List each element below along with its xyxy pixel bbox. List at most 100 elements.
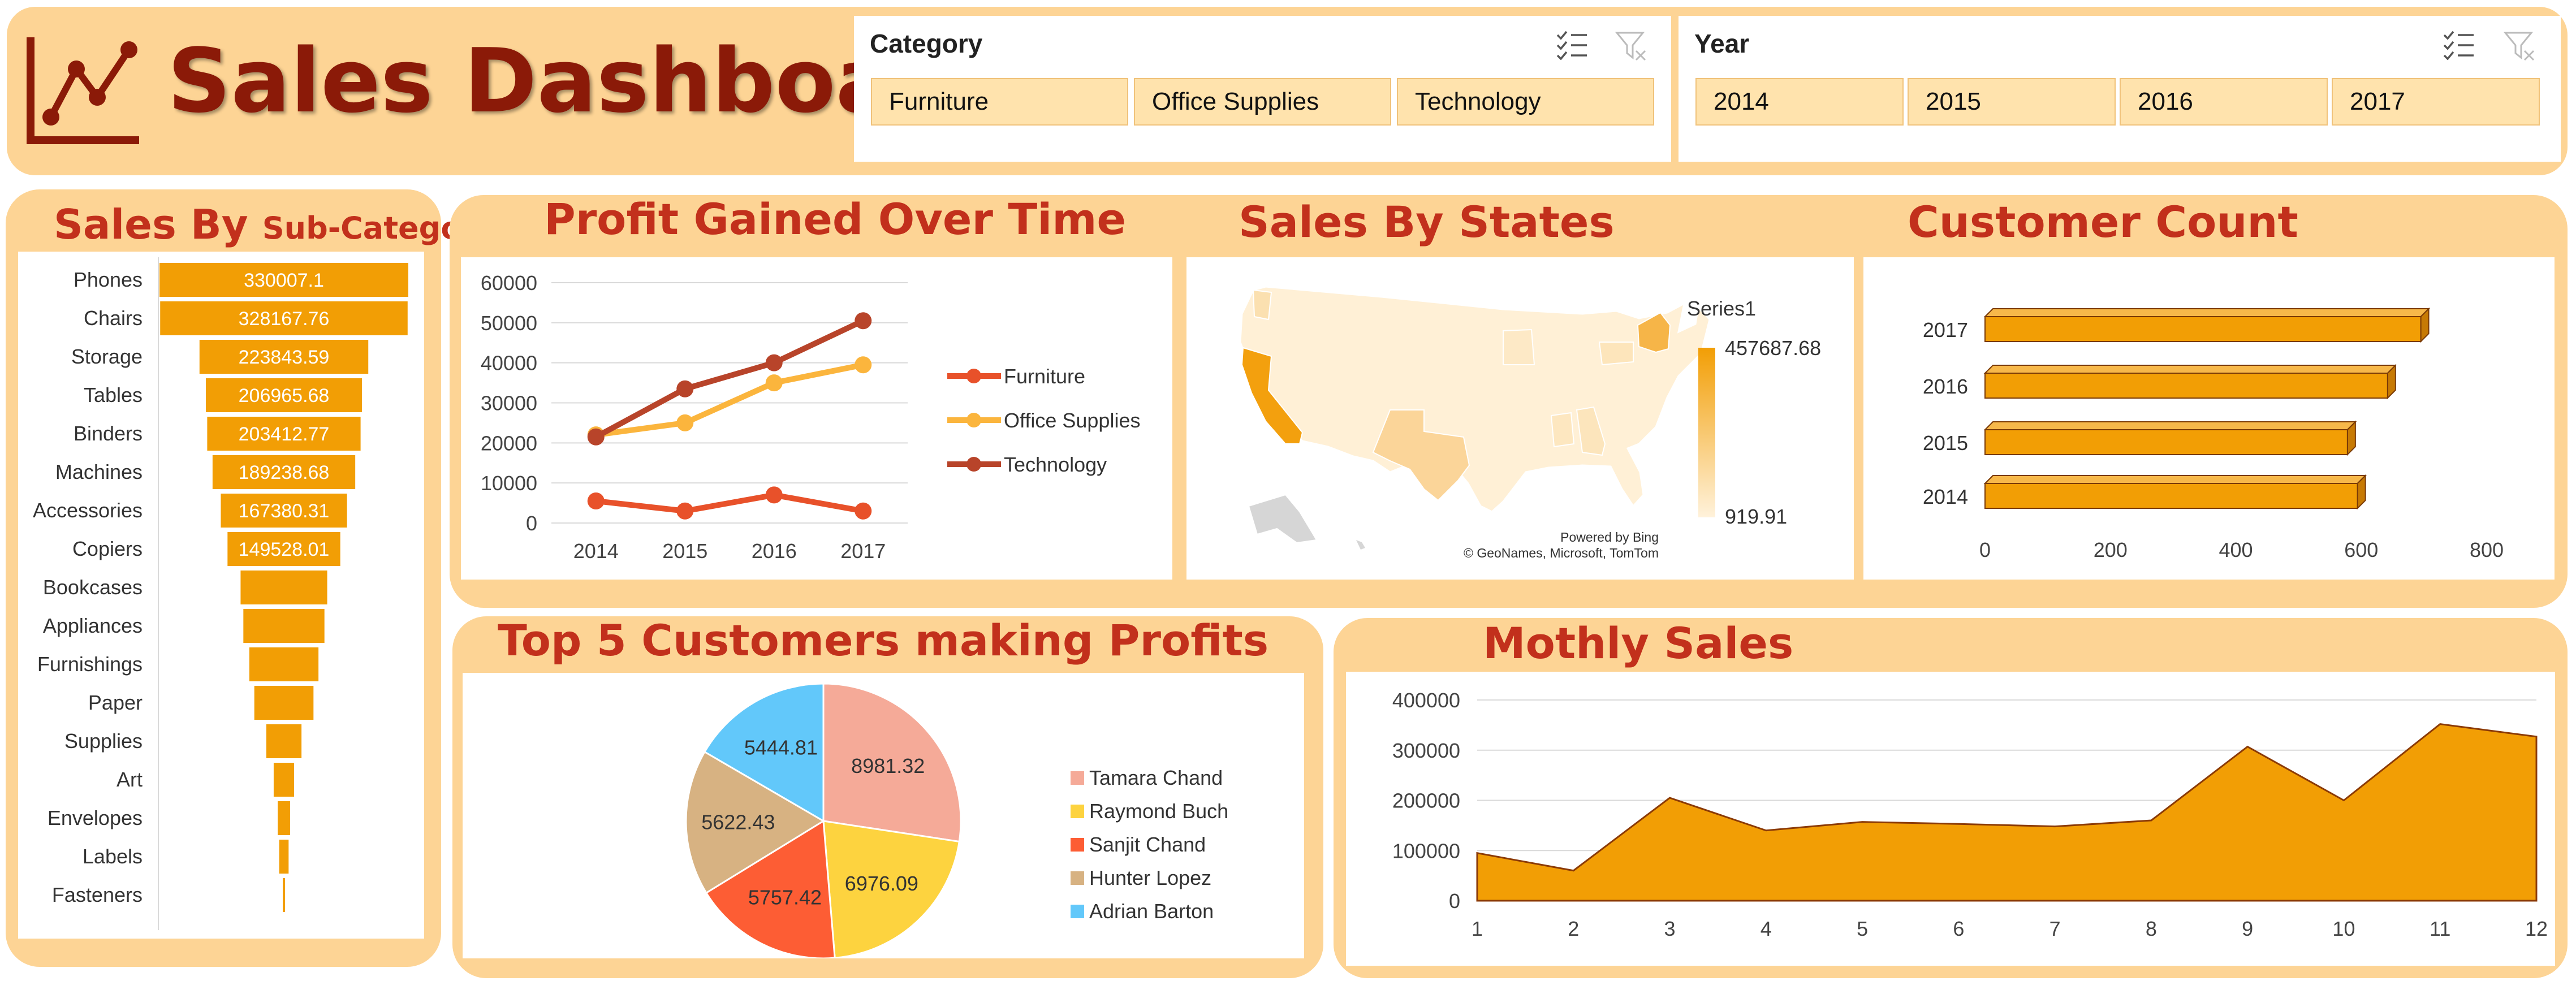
funnel-bar <box>240 571 327 604</box>
slicer-item-2016[interactable]: 2016 <box>2120 78 2328 126</box>
customer-bar-top <box>1983 308 2430 317</box>
slicer-item-technology[interactable]: Technology <box>1397 78 1654 126</box>
funnel-category-label: Supplies <box>64 729 143 753</box>
funnel-category-label: Art <box>116 768 143 791</box>
funnel-data-label: 223843.59 <box>239 347 330 368</box>
slicer-item-furniture[interactable]: Furniture <box>871 78 1128 126</box>
monthly-x-tick: 8 <box>2146 917 2157 940</box>
us-map-shape <box>1239 286 1711 513</box>
slicer-item-2014[interactable]: 2014 <box>1695 78 1904 126</box>
customer-bar <box>1984 373 2388 399</box>
pie-legend-swatch <box>1071 871 1084 885</box>
monthly-x-tick: 10 <box>2332 917 2355 940</box>
funnel-data-label: 203412.77 <box>239 423 330 445</box>
customer-bar <box>1984 316 2422 342</box>
customer-bar <box>1984 483 2358 509</box>
funnel-data-label: 328167.76 <box>239 308 330 330</box>
top-customers-title: Top 5 Customers making Profits <box>498 615 1269 665</box>
profit-series-line <box>594 318 865 440</box>
pie-legend-swatch <box>1071 805 1084 818</box>
funnel-category-label: Labels <box>83 845 143 868</box>
profit-point <box>855 356 872 374</box>
subcategory-chart-area: Phones 330007.1 Chairs 328167.76 Storage 2238… <box>18 252 424 939</box>
funnel-bar <box>278 801 290 835</box>
profit-x-tick: 2014 <box>573 539 619 563</box>
funnel-bar <box>282 878 286 912</box>
profit-point <box>676 414 694 431</box>
map-legend-title: Series1 <box>1687 297 1757 320</box>
slicer-item-office-supplies[interactable]: Office Supplies <box>1134 78 1391 126</box>
customer-bar-top <box>1983 365 2397 374</box>
customer-x-tick: 200 <box>2094 538 2128 561</box>
monthly-x-tick: 11 <box>2430 917 2450 940</box>
funnel-category-label: Tables <box>84 383 143 407</box>
pie-legend-swatch <box>1071 838 1084 852</box>
multi-select-icon[interactable] <box>1555 31 1589 60</box>
states-map-area: Series1 457687.68 919.91 Powered by Bing… <box>1186 257 1854 580</box>
customer-x-tick: 400 <box>2219 538 2253 561</box>
map-attribution-1: Powered by Bing <box>1560 530 1659 544</box>
monthly-y-tick: 0 <box>1449 889 1460 913</box>
monthly-sales-area-chart: 40000030000020000010000001 2 3 4 5 6 7 8 9 10 11 12 <box>1392 689 2548 940</box>
profit-legend-marker <box>966 457 981 472</box>
category-slicer-title: Category <box>870 29 983 58</box>
profit-legend-label: Furniture <box>1004 365 1085 388</box>
subcategory-title: Sales By Sub-Category <box>54 201 497 248</box>
profit-line-chart: 60000 50000 40000 30000 20000 10000 0 2014 2015 2… <box>481 271 1141 563</box>
customer-x-tick: 800 <box>2470 538 2504 561</box>
profit-point <box>587 492 605 510</box>
monthly-x-tick: 1 <box>1472 917 1483 940</box>
pie-legend-label: Adrian Barton <box>1089 900 1214 923</box>
pie-legend-label: Hunter Lopez <box>1089 866 1211 889</box>
funnel-category-label: Machines <box>55 460 143 483</box>
monthly-x-tick: 12 <box>2525 917 2548 940</box>
customer-y-tick: 2014 <box>1923 485 1968 508</box>
funnel-category-label: Appliances <box>43 614 143 637</box>
funnel-data-label: 167380.31 <box>239 500 330 522</box>
pie-legend-label: Raymond Buch <box>1089 800 1228 823</box>
funnel-category-label: Furnishings <box>37 652 143 676</box>
profit-point <box>855 502 872 520</box>
profit-point <box>765 354 783 371</box>
profit-y-tick: 50000 <box>481 312 537 335</box>
top-customers-area: 8981.32 Tamara Chand 6976.09 Raymond Buch 57… <box>463 673 1304 960</box>
funnel-bar <box>279 840 289 874</box>
monthly-y-tick: 200000 <box>1392 789 1460 813</box>
funnel-bar <box>254 686 314 720</box>
customer-x-tick: 600 <box>2344 538 2378 561</box>
profit-y-tick: 0 <box>526 512 537 535</box>
funnel-category-label: Accessories <box>33 499 143 522</box>
year-slicer: Year 2014 2015 2016 2017 <box>1679 16 2561 162</box>
funnel-data-label: 189238.68 <box>239 462 330 483</box>
funnel-data-label: 206965.68 <box>239 385 330 407</box>
customer-y-tick: 2016 <box>1923 375 1968 398</box>
profit-legend-label: Office Supplies <box>1004 409 1140 432</box>
clear-filter-icon[interactable] <box>2503 31 2537 62</box>
funnel-category-label: Bookcases <box>43 576 143 599</box>
profit-legend-label: Technology <box>1004 453 1107 476</box>
profit-y-tick: 30000 <box>481 392 537 415</box>
subcategory-title-main: Sales By <box>54 201 262 248</box>
pie-value-label: 6976.09 <box>845 872 918 895</box>
monthly-x-tick: 3 <box>1664 917 1676 940</box>
profit-chart-area: 60000 50000 40000 30000 20000 10000 0 2014 2015 2… <box>461 257 1172 580</box>
category-slicer: Category Furniture Office Supplies Techn… <box>854 16 1671 162</box>
profit-point <box>765 374 783 392</box>
pie-value-label: 5757.42 <box>748 885 822 909</box>
multi-select-icon[interactable] <box>2442 31 2476 60</box>
pie-legend-label: Tamara Chand <box>1089 766 1223 789</box>
funnel-category-label: Envelopes <box>48 806 143 829</box>
funnel-category-label: Copiers <box>72 537 143 560</box>
slicer-item-2017[interactable]: 2017 <box>2332 78 2540 126</box>
funnel-category-label: Fasteners <box>52 883 143 906</box>
funnel-bar <box>249 647 319 681</box>
slicer-item-2015[interactable]: 2015 <box>1908 78 2116 126</box>
profit-point <box>765 486 783 504</box>
subcategory-funnel-chart: Phones 330007.1 Chairs 328167.76 Storage 2238… <box>33 257 408 930</box>
profit-legend-marker <box>966 413 981 427</box>
funnel-data-label: 149528.01 <box>239 539 330 560</box>
monthly-sales-area: 400000 300000 200000 100000 0 1 2 3 4 5 6 7 8 9 10 11 12 <box>1346 672 2555 966</box>
clear-filter-icon[interactable] <box>1615 31 1649 62</box>
profit-point <box>855 312 872 330</box>
profit-legend-marker <box>966 369 981 383</box>
